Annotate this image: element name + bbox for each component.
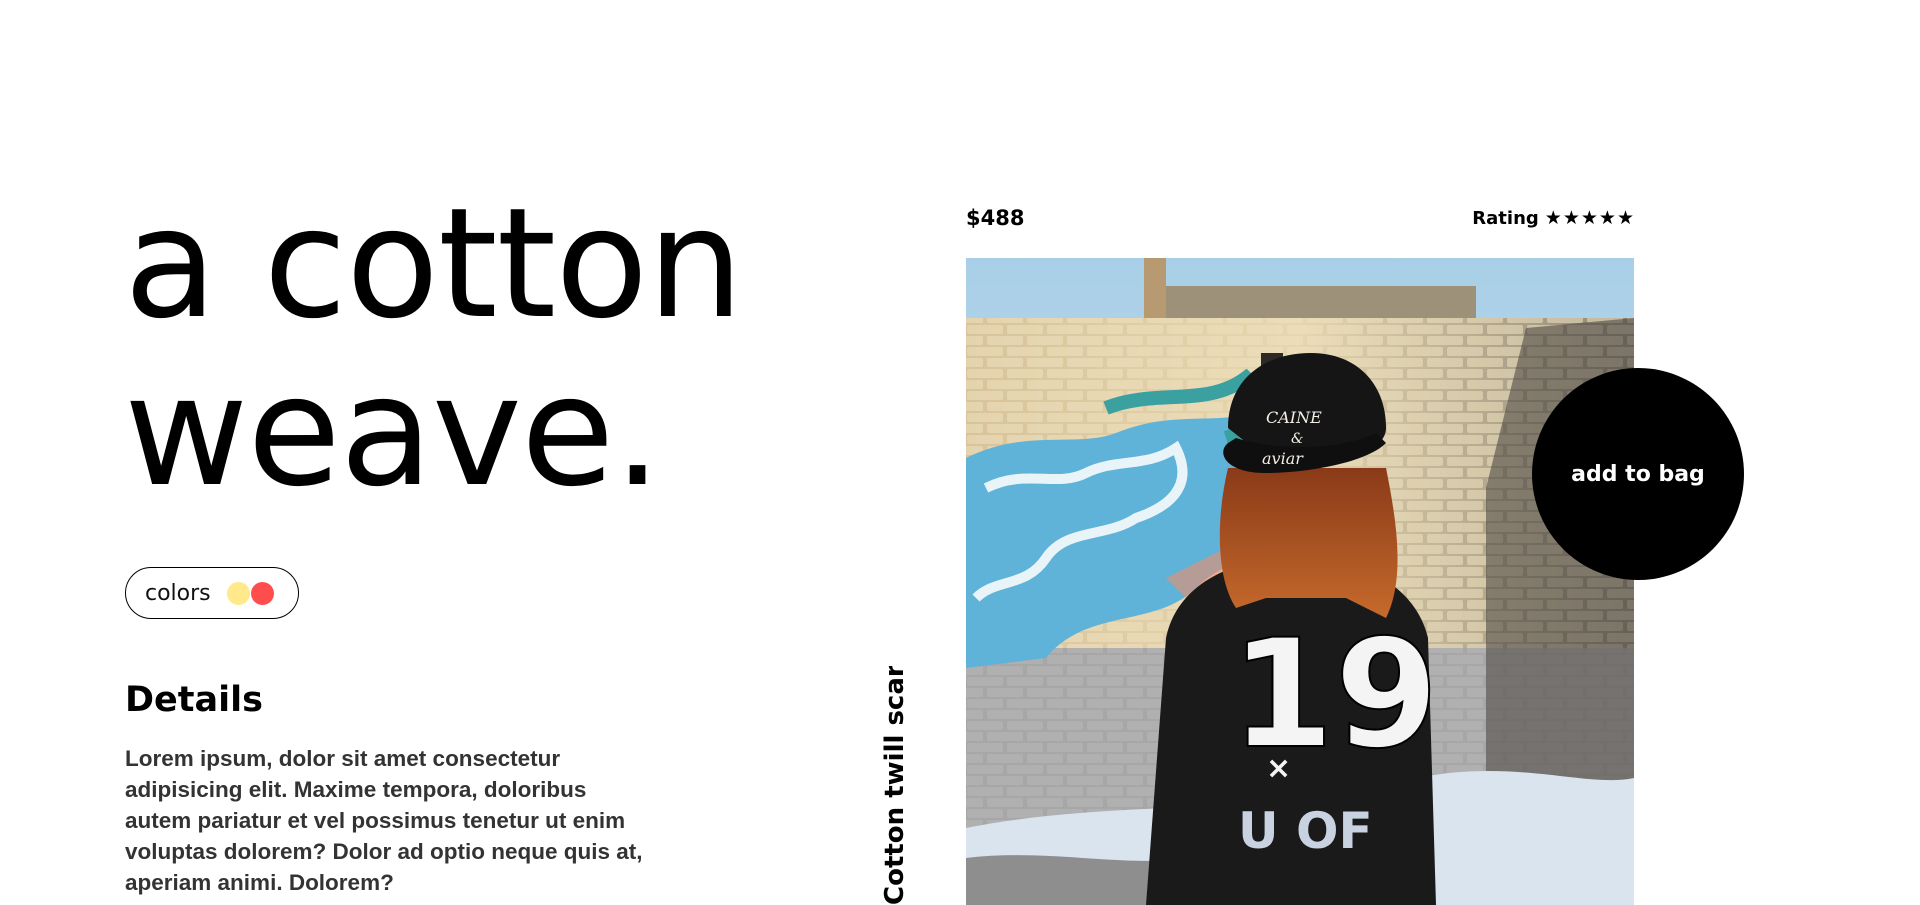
hero-headline: a cotton weave. xyxy=(124,175,744,520)
product-name-vertical: Cotton twill scarf xyxy=(878,666,912,905)
svg-text:×: × xyxy=(1266,751,1291,786)
svg-text:19: 19 xyxy=(1230,608,1439,782)
colors-label: colors xyxy=(145,580,211,606)
svg-text:U OF: U OF xyxy=(1238,802,1373,860)
add-to-bag-button[interactable]: add to bag xyxy=(1532,368,1744,580)
svg-text:aviar: aviar xyxy=(1262,449,1304,468)
swatch-yellow[interactable] xyxy=(226,581,250,605)
rating-stars: ★ ★ ★ ★ ★ xyxy=(1545,209,1634,228)
colors-selector[interactable]: colors xyxy=(125,567,299,619)
star-icon: ★ xyxy=(1598,208,1616,229)
hero-line-1: a cotton xyxy=(124,175,744,352)
product-price: $488 xyxy=(966,206,1025,230)
star-icon: ★ xyxy=(1580,208,1598,229)
hero-line-2: weave. xyxy=(124,343,662,520)
product-photo: CAINE & aviar 19 × U OF xyxy=(966,258,1634,905)
star-icon: ★ xyxy=(1544,208,1562,229)
star-icon: ★ xyxy=(1616,208,1634,229)
color-swatches xyxy=(226,581,274,605)
star-icon: ★ xyxy=(1562,208,1580,229)
product-name: Cotton twill scarf xyxy=(880,666,910,905)
product-rating: Rating ★ ★ ★ ★ ★ xyxy=(1472,208,1634,229)
swatch-red[interactable] xyxy=(250,581,274,605)
rating-label: Rating xyxy=(1472,208,1539,229)
details-title: Details xyxy=(125,680,263,720)
svg-text:CAINE: CAINE xyxy=(1266,408,1322,427)
details-body: Lorem ipsum, dolor sit amet consectetur … xyxy=(125,746,643,895)
svg-text:&: & xyxy=(1291,431,1303,447)
